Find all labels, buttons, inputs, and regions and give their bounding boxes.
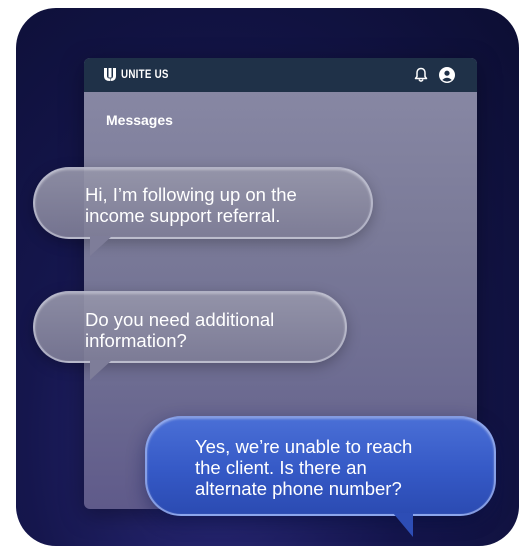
message-text: Hi, I’m following up on the income suppo…: [85, 184, 297, 226]
page-title: Messages: [106, 112, 173, 128]
incoming-message-tail: [90, 360, 112, 380]
outgoing-message-tail: [393, 513, 413, 537]
outgoing-message-bubble: Yes, we’re unable to reach the client. I…: [145, 416, 496, 516]
message-text: Yes, we’re unable to reach the client. I…: [195, 436, 413, 499]
incoming-message-tail: [90, 236, 112, 256]
unite-us-logo-icon: [104, 68, 116, 81]
brand-logo[interactable]: UNITE US: [104, 68, 177, 81]
message-text: Do you need additional information?: [85, 309, 275, 351]
brand-name: UNITE US: [121, 68, 169, 81]
incoming-message-bubble: Hi, I’m following up on the income suppo…: [33, 167, 373, 239]
bell-icon[interactable]: [414, 67, 428, 83]
user-circle-icon[interactable]: [439, 67, 455, 83]
top-navigation-bar: UNITE US: [84, 58, 477, 92]
incoming-message-bubble: Do you need additional information?: [33, 291, 347, 363]
